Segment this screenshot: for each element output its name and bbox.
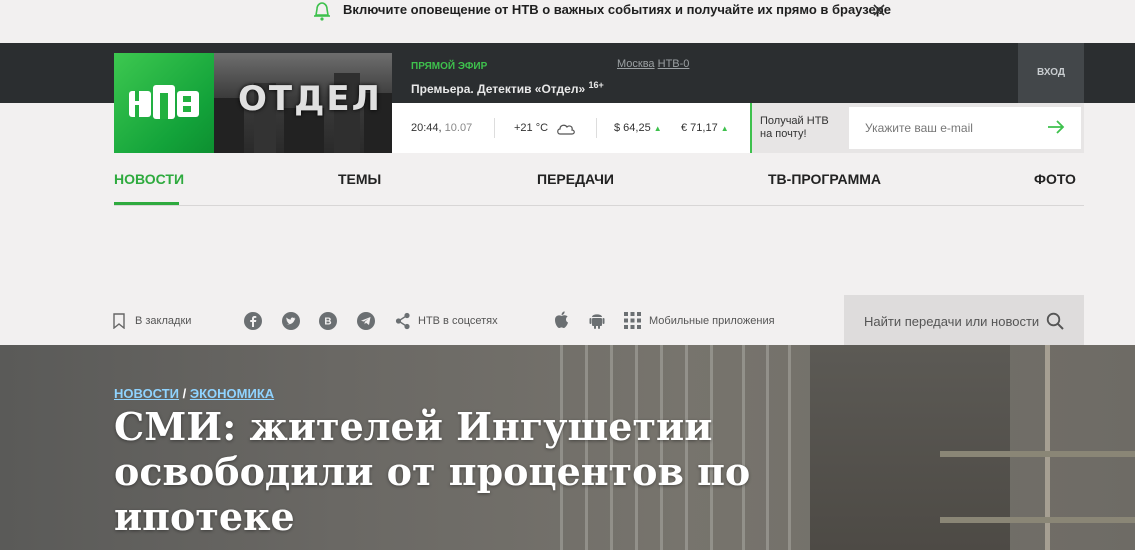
login-button[interactable]: ВХОД — [1018, 43, 1084, 103]
ntv-logo[interactable] — [114, 53, 214, 153]
close-icon[interactable] — [872, 3, 886, 17]
live-title[interactable]: Премьера. Детектив «Отдел» 16+ — [411, 80, 604, 96]
clock-time: 20:44, — [411, 122, 442, 134]
bookmark-link[interactable]: В закладки — [135, 315, 191, 327]
breadcrumb-news[interactable]: НОВОСТИ — [114, 386, 179, 401]
article-title: СМИ: жителей Ингушетии освободили от про… — [114, 404, 751, 539]
cloud-icon — [557, 124, 575, 135]
bookmark-icon[interactable] — [113, 313, 125, 329]
nav-item-tv-program[interactable]: ТВ-ПРОГРАММА — [768, 171, 881, 187]
main-nav: НОВОСТИ ТЕМЫ ПЕРЕДАЧИ ТВ-ПРОГРАММА ФОТО — [114, 153, 1084, 206]
usd-rate: $ 64,25 ▲ — [614, 122, 662, 134]
region-selector[interactable]: Москва НТВ-0 — [617, 58, 689, 70]
share-icon[interactable] — [395, 312, 411, 330]
email-subscribe: Получай НТВ на почту! — [750, 103, 1084, 153]
live-title-text: Премьера. Детектив «Отдел» — [411, 82, 586, 96]
age-rating: 16+ — [588, 80, 604, 90]
mobile-apps-link[interactable]: Мобильные приложения — [649, 315, 775, 327]
usd-trend-arrow: ▲ — [653, 124, 662, 133]
android-icon[interactable] — [589, 310, 605, 330]
nav-item-photo[interactable]: ФОТО — [1034, 171, 1076, 187]
site-search[interactable]: Найти передачи или новости — [844, 295, 1084, 345]
arrow-right-icon[interactable] — [1047, 120, 1065, 134]
eur-rate: € 71,17 ▲ — [681, 122, 729, 134]
breadcrumb: НОВОСТИ / ЭКОНОМИКА — [114, 386, 274, 401]
breadcrumb-separator: / — [179, 386, 190, 401]
temperature: +21 °C — [514, 122, 549, 134]
notification-bar: Включите оповещение от НТВ о важных собы… — [0, 0, 1135, 43]
notification-text[interactable]: Включите оповещение от НТВ о важных собы… — [343, 2, 891, 17]
nav-item-news[interactable]: НОВОСТИ — [114, 171, 184, 187]
region-channel: НТВ-0 — [657, 58, 690, 70]
region-city: Москва — [617, 58, 655, 70]
nav-active-indicator — [114, 202, 179, 205]
telegram-icon[interactable] — [357, 312, 375, 330]
clock: 20:44, 10.07 — [411, 122, 472, 134]
facebook-icon[interactable] — [244, 312, 262, 330]
eur-rate-value: € 71,17 — [681, 122, 718, 134]
twitter-icon[interactable] — [282, 312, 300, 330]
promo-banner-title: ОТДЕЛ — [238, 79, 382, 119]
info-strip: 20:44, 10.07 +21 °C $ 64,25 ▲ € 71,17 ▲ — [392, 103, 750, 153]
grid-icon[interactable] — [624, 312, 641, 329]
vk-icon[interactable]: В — [319, 312, 337, 330]
bell-icon — [314, 2, 330, 21]
svg-text:В: В — [324, 317, 331, 328]
search-icon[interactable] — [1046, 312, 1064, 330]
apple-icon[interactable] — [553, 310, 570, 330]
search-input[interactable]: Найти передачи или новости — [864, 314, 1039, 329]
live-label[interactable]: ПРЯМОЙ ЭФИР — [411, 61, 487, 72]
clock-date: 10.07 — [444, 122, 473, 134]
promo-banner[interactable]: ОТДЕЛ — [214, 53, 392, 153]
breadcrumb-economy[interactable]: ЭКОНОМИКА — [190, 386, 274, 401]
nav-item-topics[interactable]: ТЕМЫ — [338, 171, 381, 187]
ntv-logo-mark — [129, 85, 199, 119]
eur-trend-arrow: ▲ — [720, 124, 729, 133]
socials-link[interactable]: НТВ в соцсетях — [418, 315, 498, 327]
usd-rate-value: $ 64,25 — [614, 122, 651, 134]
nav-item-shows[interactable]: ПЕРЕДАЧИ — [537, 171, 614, 187]
subscribe-label: Получай НТВ на почту! — [760, 115, 829, 140]
